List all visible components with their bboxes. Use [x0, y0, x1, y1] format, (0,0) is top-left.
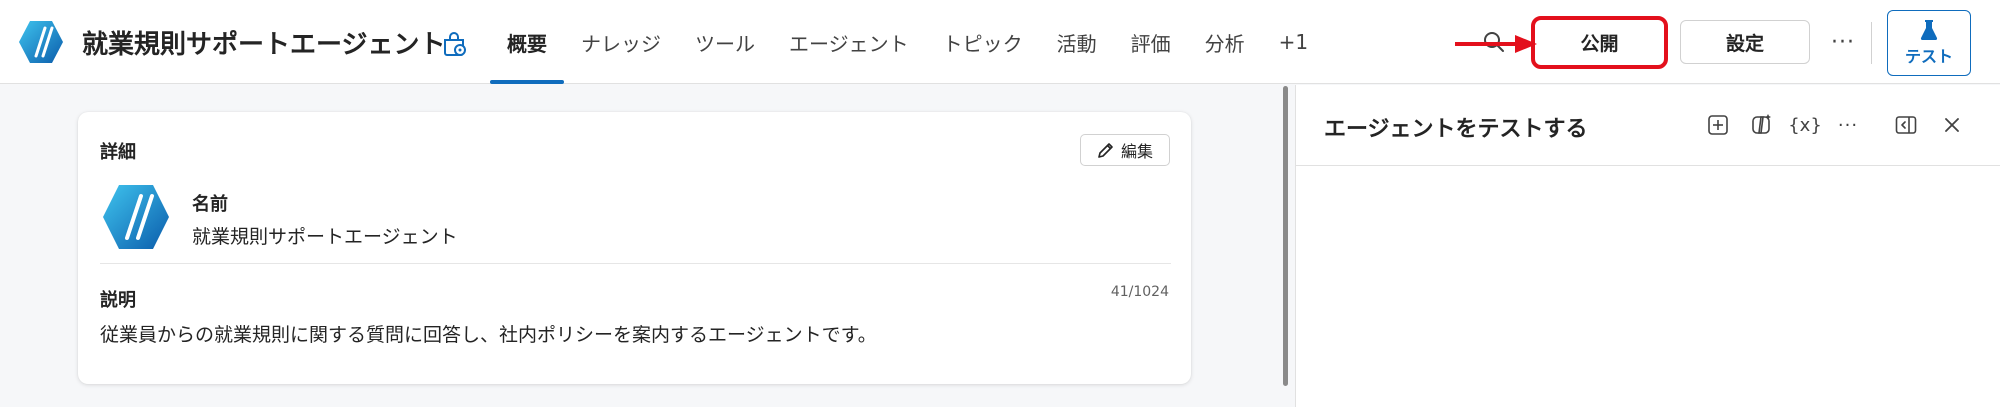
tab-label: ナレッジ	[581, 31, 661, 56]
tab-topics[interactable]: トピック	[926, 0, 1040, 84]
edit-label: 編集	[1120, 142, 1153, 161]
tab-analytics[interactable]: 分析	[1188, 0, 1262, 84]
tab-label: 活動	[1056, 31, 1097, 56]
close-icon[interactable]	[1936, 109, 1968, 141]
variables-icon[interactable]: {x}	[1788, 109, 1822, 141]
red-arrow-icon	[1455, 35, 1537, 53]
header-divider	[1871, 22, 1872, 64]
name-value: 就業規則サポートエージェント	[192, 226, 458, 248]
top-header: 就業規則サポートエージェント 概要 ナレッジ ツール エージェント トピック 活…	[0, 0, 2000, 84]
tab-knowledge[interactable]: ナレッジ	[564, 0, 678, 84]
card-divider	[100, 263, 1171, 264]
tab-agents[interactable]: エージェント	[772, 0, 926, 84]
details-card: 詳細 編集 名前 就業規則サポートエージェント 説明 41/1024 従業員から…	[78, 112, 1191, 384]
add-icon[interactable]	[1702, 109, 1734, 141]
tab-label: 分析	[1204, 31, 1245, 56]
agent-settings-icon[interactable]	[440, 30, 468, 58]
tab-label: +1	[1278, 30, 1309, 54]
settings-button[interactable]: 設定	[1680, 20, 1810, 64]
agent-logo-icon	[103, 185, 169, 249]
main-tabs: 概要 ナレッジ ツール エージェント トピック 活動 評価 分析 +1	[490, 0, 1325, 84]
tab-tools[interactable]: ツール	[678, 0, 772, 84]
copilot-icon[interactable]	[1745, 109, 1777, 141]
tab-overview[interactable]: 概要	[490, 0, 564, 84]
char-count: 41/1024	[1110, 284, 1169, 300]
tab-evaluation[interactable]: 評価	[1114, 0, 1188, 84]
publish-button[interactable]: 公開	[1537, 22, 1662, 63]
tab-label: ツール	[695, 31, 755, 56]
tab-label: トピック	[942, 31, 1023, 56]
tab-label: 概要	[507, 31, 547, 56]
panel-splitter[interactable]	[1283, 86, 1288, 386]
description-label: 説明	[100, 290, 136, 311]
more-icon[interactable]: ···	[1825, 24, 1861, 60]
app-title: 就業規則サポートエージェント	[82, 30, 446, 60]
tab-more-overflow[interactable]: +1	[1262, 0, 1325, 84]
tab-activity[interactable]: 活動	[1040, 0, 1114, 84]
panel-toggle-icon[interactable]	[1890, 109, 1922, 141]
test-button[interactable]: テスト	[1887, 10, 1971, 76]
edit-button[interactable]: 編集	[1080, 134, 1170, 166]
tab-label: エージェント	[789, 31, 909, 56]
test-panel-title: エージェントをテストする	[1324, 117, 1588, 142]
name-label: 名前	[192, 194, 228, 215]
agent-logo-icon	[19, 21, 63, 63]
test-agent-panel: エージェントをテストする {x} ···	[1295, 85, 2000, 407]
flask-icon	[1920, 19, 1938, 40]
panel-header-divider	[1296, 165, 2000, 166]
details-title: 詳細	[100, 142, 136, 163]
more-icon[interactable]: ···	[1832, 109, 1864, 141]
description-value: 従業員からの就業規則に関する質問に回答し、社内ポリシーを案内するエージェントです…	[100, 324, 877, 346]
pencil-icon	[1098, 143, 1113, 158]
test-button-label: テスト	[1904, 46, 1953, 66]
tab-label: 評価	[1130, 31, 1171, 56]
